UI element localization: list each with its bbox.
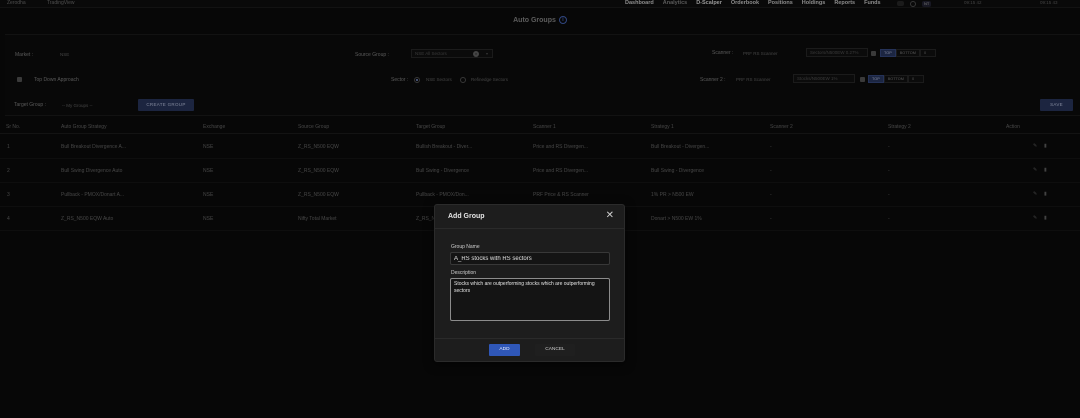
modal-header: Add Group ✕ xyxy=(435,205,624,229)
cancel-button[interactable]: CANCEL xyxy=(535,344,575,356)
modal-footer-divider xyxy=(435,338,624,339)
group-name-input[interactable] xyxy=(450,252,610,265)
description-label: Description xyxy=(451,270,477,276)
description-textarea[interactable]: Stocks which are outperforming stocks wh… xyxy=(450,278,610,321)
modal-title: Add Group xyxy=(448,213,485,220)
add-group-modal: Add Group ✕ Group Name Description Stock… xyxy=(434,204,625,362)
add-button[interactable]: ADD xyxy=(489,344,520,356)
group-name-label: Group Name xyxy=(451,244,480,250)
close-icon[interactable]: ✕ xyxy=(606,210,614,222)
